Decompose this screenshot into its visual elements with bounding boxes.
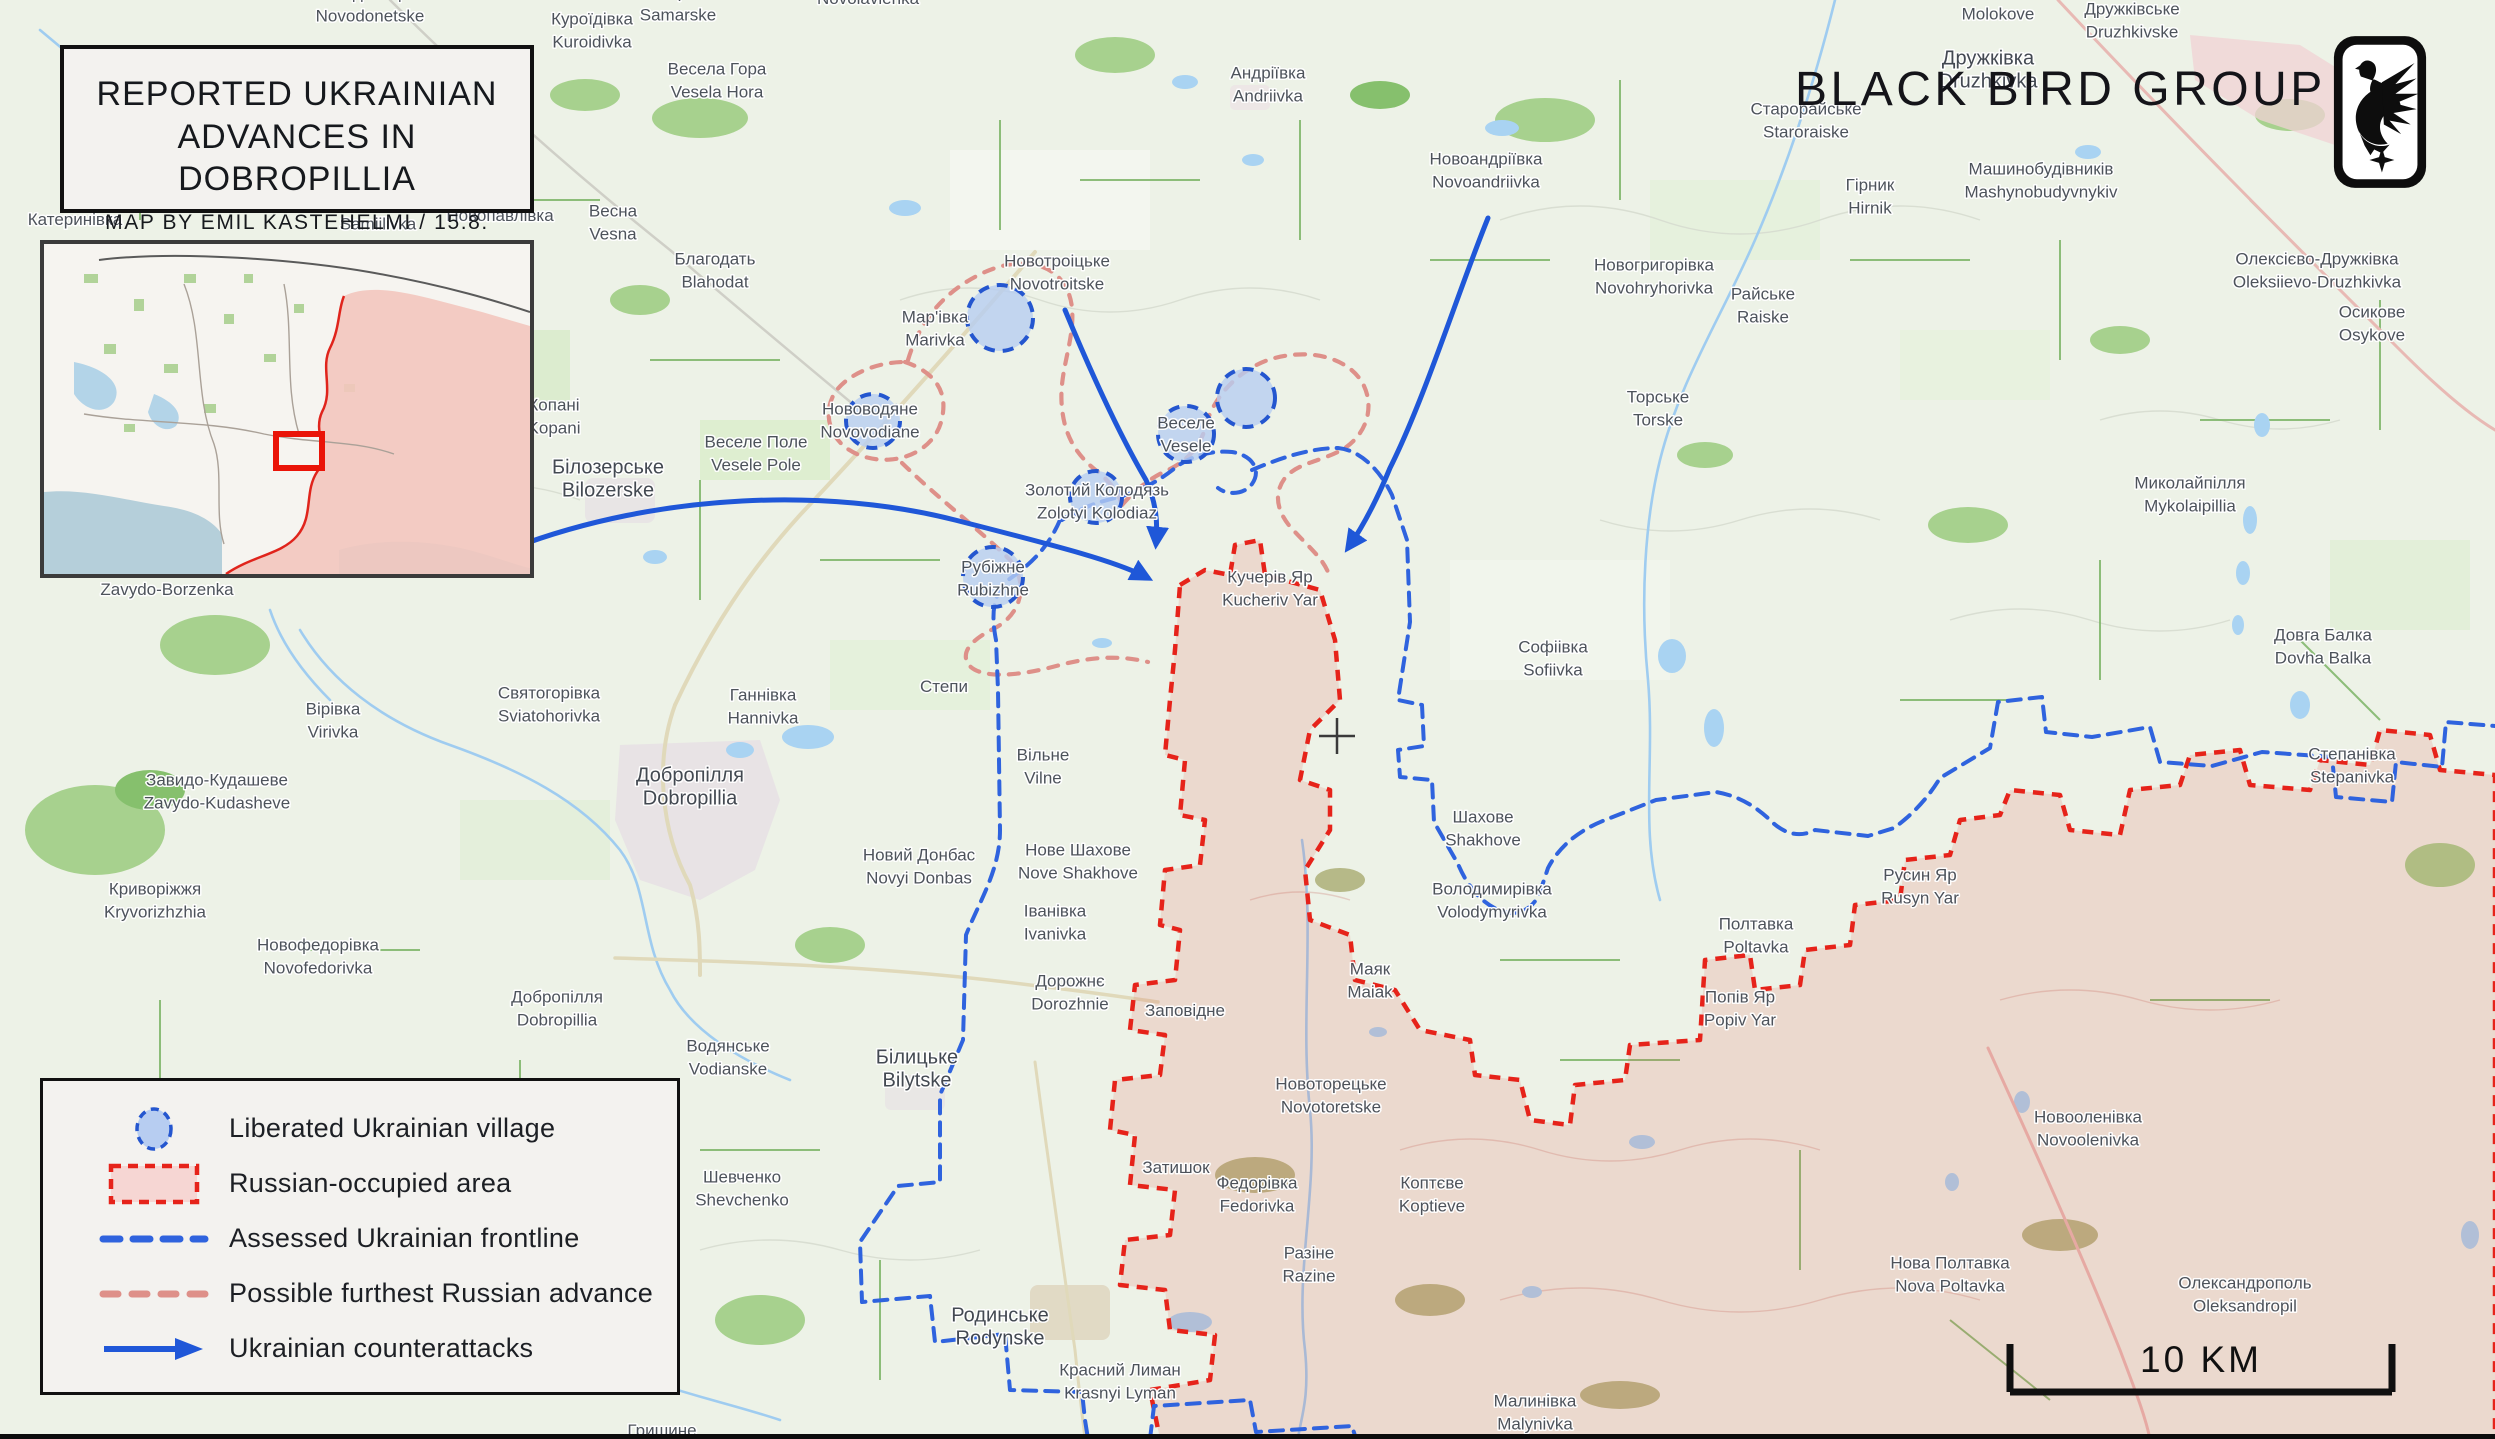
place-label-dobropillia: ДобропілляDobropillia: [636, 765, 744, 810]
russian-occupied-swatch-icon: [106, 1157, 202, 1211]
map-title-line1: REPORTED UKRAINIAN: [64, 73, 530, 116]
map-legend: Liberated Ukrainian village Russian-occu…: [40, 1078, 680, 1395]
liberated-village-swatch-icon: [122, 1102, 186, 1156]
place-label-rodynske: РодинськеRodynske: [951, 1305, 1049, 1350]
legend-item-russian-occupied: Russian-occupied area: [79, 1156, 677, 1211]
place-label-bilytske: БілицькеBilytske: [876, 1047, 958, 1092]
counterattack-arrow-swatch-icon: [99, 1335, 209, 1363]
legend-item-liberated-village: Liberated Ukrainian village: [79, 1101, 677, 1156]
legend-label: Possible furthest Russian advance: [229, 1278, 653, 1309]
map-subtitle: MAP BY EMIL KASTEHELMI / 15.8.: [64, 211, 530, 235]
legend-label: Ukrainian counterattacks: [229, 1333, 533, 1364]
legend-item-counterattacks: Ukrainian counterattacks: [79, 1321, 677, 1376]
map-page: НоводонецькеNovodonetskeКуроїдівкаKuroid…: [0, 0, 2495, 1439]
inset-locator-map: [40, 240, 534, 578]
place-label-novoiavlenka: Novoiavlenka: [817, 0, 920, 8]
black-swan-logo-icon: [2332, 34, 2428, 190]
ukrainian-frontline-swatch-icon: [99, 1229, 209, 1249]
place-label-заповідне: Заповідне: [1145, 1001, 1225, 1020]
legend-item-russian-advance: Possible furthest Russian advance: [79, 1266, 677, 1321]
place-label-zavydo-borzenka: Zavydo-Borzenka: [100, 580, 234, 599]
legend-item-ukrainian-frontline: Assessed Ukrainian frontline: [79, 1211, 677, 1266]
place-label-затишок: Затишок: [1142, 1158, 1210, 1177]
place-label-molokove: МолоковеMolokove: [1959, 0, 2037, 24]
branding-name: BLACK BIRD GROUP: [1795, 62, 2325, 117]
place-label-степи: Степи: [920, 677, 968, 696]
title-box: REPORTED UKRAINIAN ADVANCES IN DOBROPILL…: [60, 45, 534, 213]
legend-label: Assessed Ukrainian frontline: [229, 1223, 580, 1254]
inset-map-graphic: [44, 244, 530, 574]
scale-bar-label: 10 KM: [2140, 1339, 2262, 1380]
legend-label: Liberated Ukrainian village: [229, 1113, 555, 1144]
place-label-bilozerske: БілозерськеBilozerske: [552, 457, 664, 502]
map-title-line2: ADVANCES IN DOBROPILLIA: [64, 116, 530, 201]
bottom-border-line: [0, 1434, 2495, 1439]
liberated-village-novotroitske-area: [967, 285, 1033, 351]
legend-label: Russian-occupied area: [229, 1168, 511, 1199]
liberated-village-vesele-northeast: [1217, 369, 1275, 427]
russian-advance-swatch-icon: [99, 1284, 209, 1304]
